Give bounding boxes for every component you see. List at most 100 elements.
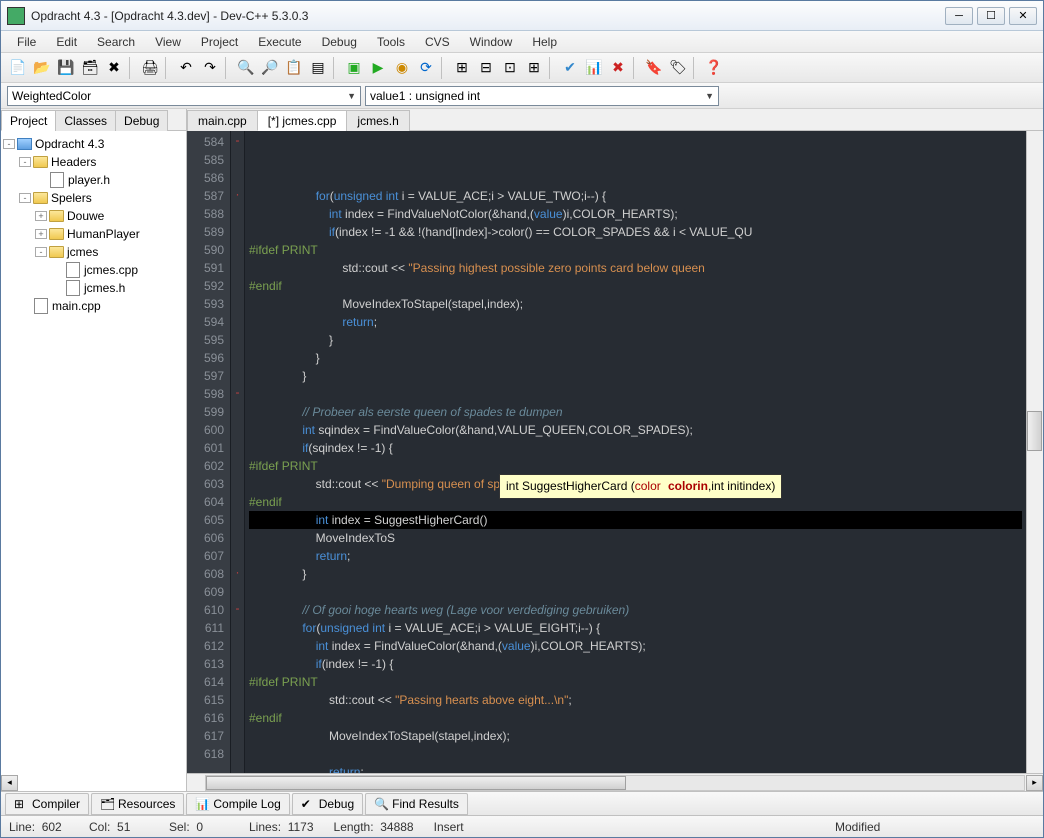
tree-expander-icon[interactable]: + — [35, 229, 47, 239]
fold-marker-icon[interactable]: - — [236, 385, 240, 399]
tree-node[interactable]: jcmes.cpp — [3, 261, 184, 279]
tree-node[interactable]: player.h — [3, 171, 184, 189]
code-line[interactable] — [249, 583, 1022, 601]
code-editor[interactable]: 5845855865875885895905915925935945955965… — [187, 131, 1043, 773]
code-line[interactable]: #ifdef PRINT — [249, 457, 1022, 475]
tab-jcmes-cpp[interactable]: [*] jcmes.cpp — [257, 110, 348, 131]
new-file-icon[interactable]: 📄 — [7, 57, 29, 79]
tree-expander-icon[interactable]: - — [19, 193, 31, 203]
project-tab[interactable]: Project — [1, 110, 56, 131]
rebuild-icon[interactable]: ⟳ — [415, 57, 437, 79]
code-line[interactable]: } — [249, 565, 1022, 583]
find-icon[interactable]: 🔍 — [235, 57, 257, 79]
undo-icon[interactable]: ↶ — [175, 57, 197, 79]
code-line[interactable]: if(index != -1 && !(hand[index]->color()… — [249, 223, 1022, 241]
code-line[interactable]: #endif — [249, 277, 1022, 295]
help-icon[interactable]: ❓ — [703, 57, 725, 79]
redo-icon[interactable]: ↷ — [199, 57, 221, 79]
class-combo[interactable]: WeightedColor▼ — [7, 86, 361, 106]
code-line[interactable]: return; — [249, 313, 1022, 331]
code-line[interactable]: } — [249, 367, 1022, 385]
menu-cvs[interactable]: CVS — [415, 32, 460, 52]
code-line[interactable]: if(index != -1) { — [249, 655, 1022, 673]
tree-node[interactable]: +Douwe — [3, 207, 184, 225]
code-line[interactable]: int index = SuggestHigherCard() — [249, 511, 1022, 529]
debug-tab[interactable]: Debug — [115, 110, 168, 131]
code-line[interactable]: } — [249, 349, 1022, 367]
tree-node[interactable]: jcmes.h — [3, 279, 184, 297]
debug-stop-icon[interactable]: ✖ — [607, 57, 629, 79]
fold-column[interactable]: - · - · - — [231, 131, 245, 773]
code-line[interactable] — [249, 745, 1022, 763]
code-line[interactable]: // Probeer als eerste queen of spades te… — [249, 403, 1022, 421]
code-line[interactable]: #ifdef PRINT — [249, 241, 1022, 259]
tree-node[interactable]: -jcmes — [3, 243, 184, 261]
code-line[interactable]: #endif — [249, 709, 1022, 727]
code-line[interactable]: return; — [249, 547, 1022, 565]
code-line[interactable]: #ifdef PRINT — [249, 673, 1022, 691]
goto-icon[interactable]: ▤ — [307, 57, 329, 79]
find-results-tab[interactable]: 🔍Find Results — [365, 793, 468, 815]
code-line[interactable]: int index = FindValueColor(&hand,(value)… — [249, 637, 1022, 655]
code-line[interactable]: } — [249, 331, 1022, 349]
compile-icon[interactable]: ▣ — [343, 57, 365, 79]
profile-icon[interactable]: 📊 — [583, 57, 605, 79]
project-tree[interactable]: -Opdracht 4.3-Headersplayer.h-Spelers+Do… — [1, 131, 186, 791]
win1-icon[interactable]: ⊞ — [451, 57, 473, 79]
debug-start-icon[interactable]: ✔ — [559, 57, 581, 79]
save-all-icon[interactable]: 🗃 — [79, 57, 101, 79]
tree-node[interactable]: +HumanPlayer — [3, 225, 184, 243]
find-in-files-icon[interactable]: 📋 — [283, 57, 305, 79]
maximize-button[interactable]: ☐ — [977, 7, 1005, 25]
code-line[interactable]: // Of gooi hoge hearts weg (Lage voor ve… — [249, 601, 1022, 619]
menu-file[interactable]: File — [7, 32, 46, 52]
fold-marker-icon[interactable]: - — [236, 133, 240, 147]
menu-help[interactable]: Help — [522, 32, 567, 52]
fold-marker-icon[interactable]: · — [236, 187, 240, 201]
menu-view[interactable]: View — [145, 32, 191, 52]
tab-main-cpp[interactable]: main.cpp — [187, 110, 258, 131]
tree-expander-icon[interactable]: - — [3, 139, 15, 149]
close-file-icon[interactable]: ✖ — [103, 57, 125, 79]
save-icon[interactable]: 💾 — [55, 57, 77, 79]
goto-bookmark-icon[interactable]: 🏷 — [667, 57, 689, 79]
win3-icon[interactable]: ⊡ — [499, 57, 521, 79]
menu-execute[interactable]: Execute — [248, 32, 311, 52]
win4-icon[interactable]: ⊞ — [523, 57, 545, 79]
code-line[interactable]: int sqindex = FindValueColor(&hand,VALUE… — [249, 421, 1022, 439]
resources-tab[interactable]: 🗂Resources — [91, 793, 184, 815]
fold-marker-icon[interactable]: · — [236, 565, 240, 579]
code-line[interactable]: return; — [249, 763, 1022, 773]
tree-node[interactable]: -Headers — [3, 153, 184, 171]
menu-project[interactable]: Project — [191, 32, 248, 52]
menu-edit[interactable]: Edit — [46, 32, 87, 52]
tree-expander-icon[interactable]: - — [19, 157, 31, 167]
code-line[interactable]: int index = FindValueNotColor(&hand,(val… — [249, 205, 1022, 223]
tree-expander-icon[interactable]: - — [35, 247, 47, 257]
tree-expander-icon[interactable]: + — [35, 211, 47, 221]
member-combo[interactable]: value1 : unsigned int▼ — [365, 86, 719, 106]
code-line[interactable]: if(sqindex != -1) { — [249, 439, 1022, 457]
menu-window[interactable]: Window — [460, 32, 523, 52]
replace-icon[interactable]: 🔎 — [259, 57, 281, 79]
code-line[interactable]: MoveIndexToS — [249, 529, 1022, 547]
code-line[interactable]: MoveIndexToStapel(stapel,index); — [249, 727, 1022, 745]
run-icon[interactable]: ▶ — [367, 57, 389, 79]
menu-search[interactable]: Search — [87, 32, 145, 52]
tab-jcmes-h[interactable]: jcmes.h — [346, 110, 409, 131]
bookmark-icon[interactable]: 🔖 — [643, 57, 665, 79]
menu-debug[interactable]: Debug — [312, 32, 367, 52]
code-line[interactable]: std::cout << "Passing highest possible z… — [249, 259, 1022, 277]
horizontal-scrollbar[interactable]: ◂ ▸ — [187, 773, 1043, 791]
classes-tab[interactable]: Classes — [55, 110, 116, 131]
open-icon[interactable]: 📂 — [31, 57, 53, 79]
code-line[interactable]: std::cout << "Passing hearts above eight… — [249, 691, 1022, 709]
code-line[interactable]: for(unsigned int i = VALUE_ACE;i > VALUE… — [249, 619, 1022, 637]
win2-icon[interactable]: ⊟ — [475, 57, 497, 79]
close-button[interactable]: ✕ — [1009, 7, 1037, 25]
compile-run-icon[interactable]: ◉ — [391, 57, 413, 79]
tree-node[interactable]: main.cpp — [3, 297, 184, 315]
debug-output-tab[interactable]: ✔Debug — [292, 793, 363, 815]
compiler-tab[interactable]: ⊞Compiler — [5, 793, 89, 815]
fold-marker-icon[interactable]: - — [236, 601, 240, 615]
